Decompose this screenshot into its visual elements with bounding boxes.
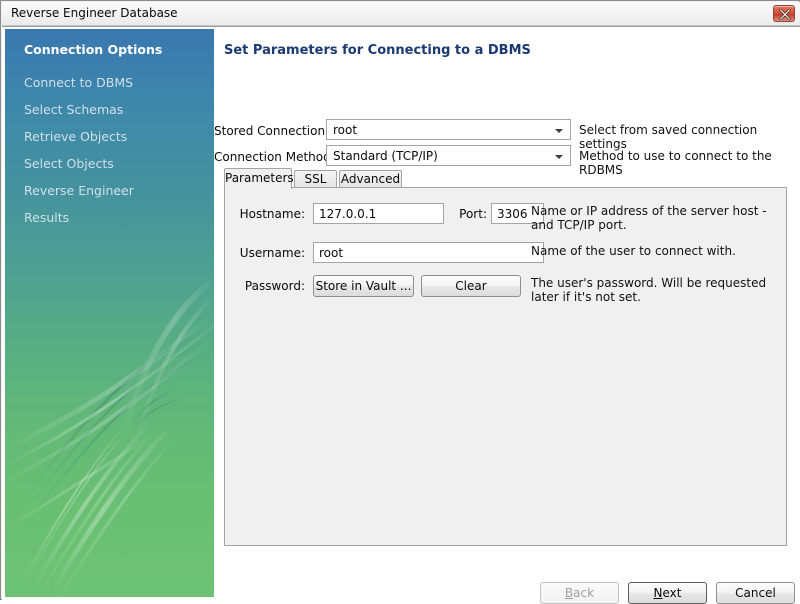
cancel-button[interactable]: Cancel [716, 582, 795, 604]
close-icon[interactable] [773, 5, 795, 22]
tab-advanced[interactable]: Advanced [339, 170, 402, 188]
port-label: Port: [459, 207, 487, 221]
back-label-rest: ack [573, 586, 595, 600]
client-area: Connection Options Connect to DBMS Selec… [2, 26, 800, 604]
parameters-tab-panel: Hostname: 127.0.0.1 Port: 3306 Name or I… [224, 187, 787, 546]
hostname-input[interactable]: 127.0.0.1 [313, 203, 444, 224]
chevron-down-icon [555, 129, 563, 133]
close-glyph [779, 9, 791, 20]
tab-ssl[interactable]: SSL [294, 170, 337, 188]
sidebar-item-select-schemas[interactable]: Select Schemas [24, 102, 123, 117]
hostname-value: 127.0.0.1 [319, 207, 377, 221]
sidebar-item-label: Select Schemas [24, 102, 124, 117]
connection-method-select[interactable]: Standard (TCP/IP) [326, 145, 571, 166]
connection-method-label: Connection Method: [214, 150, 335, 164]
sidebar-item-label: Retrieve Objects [24, 129, 128, 144]
back-button[interactable]: Back [540, 582, 619, 604]
dialog-window: Reverse Engineer Database Connection Opt… [0, 0, 800, 604]
chevron-down-icon [555, 155, 563, 159]
sidebar-item-select-objects[interactable]: Select Objects [24, 156, 114, 171]
stored-connection-value: root [333, 123, 358, 137]
connection-method-value: Standard (TCP/IP) [333, 149, 438, 163]
password-label: Password: [244, 279, 305, 293]
title-bar: Reverse Engineer Database [2, 2, 800, 26]
back-mnemonic: B [564, 586, 574, 600]
sidebar-item-label: Results [24, 210, 70, 225]
sidebar-item-label: Connection Options [24, 42, 163, 57]
sidebar-item-label: Reverse Engineer [24, 183, 134, 198]
hostname-label: Hostname: [239, 207, 305, 221]
hostname-hint: Name or IP address of the server host - … [531, 204, 767, 232]
username-input[interactable]: root [313, 242, 544, 263]
next-mnemonic: N [653, 586, 663, 600]
username-label: Username: [239, 246, 305, 260]
username-value: root [319, 246, 344, 260]
next-label-rest: ext [662, 586, 682, 600]
content-pane: Set Parameters for Connecting to a DBMS … [214, 29, 797, 604]
store-in-vault-button[interactable]: Store in Vault ... [313, 275, 414, 297]
tab-parameters[interactable]: Parameters [224, 168, 294, 189]
sidebar-item-connection-options[interactable]: Connection Options [24, 42, 162, 57]
page-title: Set Parameters for Connecting to a DBMS [224, 43, 531, 58]
wizard-sidebar: Connection Options Connect to DBMS Selec… [5, 29, 214, 597]
stored-connection-hint: Select from saved connection settings [579, 123, 758, 151]
stored-connection-label: Stored Connection: [214, 124, 330, 138]
stored-connection-select[interactable]: root [326, 119, 571, 140]
sidebar-item-reverse-engineer[interactable]: Reverse Engineer [24, 183, 134, 198]
sidebar-item-connect-to-dbms[interactable]: Connect to DBMS [24, 75, 133, 90]
clear-password-button[interactable]: Clear [421, 275, 521, 297]
username-hint: Name of the user to connect with. [531, 244, 736, 258]
next-button[interactable]: Next [628, 582, 707, 604]
dialog-footer: Back Next Cancel [214, 546, 797, 604]
tab-strip: Parameters SSL Advanced [224, 168, 787, 189]
sidebar-item-label: Connect to DBMS [24, 75, 134, 90]
sidebar-item-label: Select Objects [24, 156, 114, 171]
sidebar-item-retrieve-objects[interactable]: Retrieve Objects [24, 129, 127, 144]
port-value: 3306 [497, 207, 528, 221]
sidebar-item-results[interactable]: Results [24, 210, 69, 225]
password-hint: The user's password. Will be requested l… [531, 276, 767, 304]
window-title: Reverse Engineer Database [11, 6, 178, 20]
